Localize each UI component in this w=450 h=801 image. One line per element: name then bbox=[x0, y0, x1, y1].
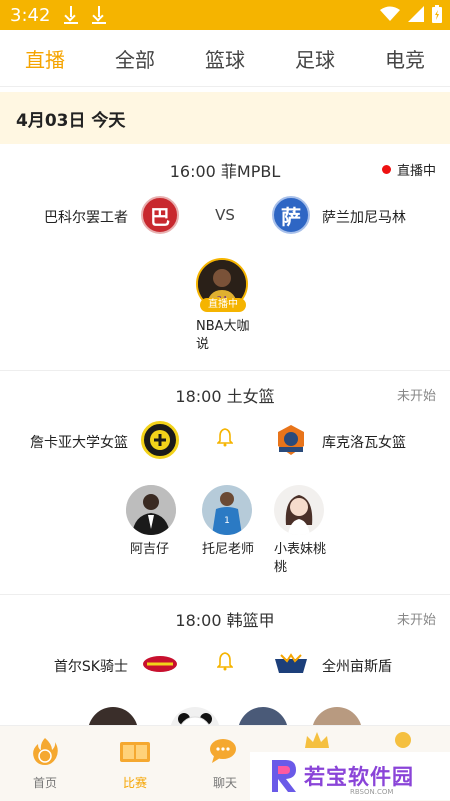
away-team-logo bbox=[272, 645, 310, 683]
basketball-flame-icon bbox=[33, 738, 58, 765]
match-time-league: 18:00 土女篮 bbox=[175, 387, 275, 406]
team-crest-icon bbox=[275, 653, 307, 673]
away-logo-text: 萨 bbox=[281, 204, 301, 229]
match-card[interactable]: 16:00 菲MPBL 直播中 巴科尔罢工者 巴 VS 萨 萨兰加尼马林 2 bbox=[0, 146, 450, 371]
teams-row: 巴科尔罢工者 巴 VS 萨 萨兰加尼马林 bbox=[0, 196, 450, 236]
live-badge: 直播中 bbox=[200, 298, 246, 312]
away-team-logo: 萨 bbox=[272, 196, 310, 234]
date-text: 4月03日 今天 bbox=[16, 110, 126, 131]
match-status: 直播中 bbox=[396, 164, 436, 179]
away-team-name: 全州亩斯盾 bbox=[322, 659, 392, 675]
status-bar: 3:42 bbox=[0, 0, 450, 30]
scoreboard-icon bbox=[120, 742, 150, 762]
home-team-name: 首尔SK骑士 bbox=[53, 659, 128, 675]
tab-esports[interactable]: 电竞 bbox=[360, 44, 450, 73]
tab-all[interactable]: 全部 bbox=[90, 44, 180, 73]
user-icon bbox=[395, 732, 411, 748]
home-logo-text: 巴 bbox=[150, 204, 170, 229]
tab-football[interactable]: 足球 bbox=[270, 44, 360, 73]
anchor-name: 小表妹桃桃 bbox=[274, 542, 327, 575]
tab-live[interactable]: 直播 bbox=[0, 44, 90, 73]
signal-icon bbox=[408, 6, 424, 22]
svg-text:1: 1 bbox=[224, 516, 230, 526]
anchor-avatar bbox=[126, 485, 176, 535]
away-team-name: 萨兰加尼马林 bbox=[322, 210, 406, 226]
watermark-sub: RBSON.COM bbox=[350, 788, 394, 796]
bell-icon[interactable] bbox=[217, 651, 233, 671]
match-status: 未开始 bbox=[396, 389, 436, 404]
anchor-name: 托尼老师 bbox=[202, 542, 255, 557]
wifi-icon bbox=[380, 6, 400, 21]
anchor-name: 阿吉仔 bbox=[130, 542, 170, 557]
home-team-logo bbox=[141, 421, 179, 459]
bell-icon[interactable] bbox=[217, 427, 233, 447]
chat-icon bbox=[210, 739, 236, 763]
home-team-name: 詹卡亚大学女篮 bbox=[30, 435, 128, 451]
download-icon bbox=[92, 6, 107, 24]
teams-row: 詹卡亚大学女篮 库克洛瓦女篮 bbox=[0, 421, 450, 461]
avatar-image bbox=[274, 485, 324, 535]
anchor-item[interactable]: 阿吉仔 bbox=[126, 485, 186, 559]
crown-icon bbox=[305, 732, 329, 748]
category-tabs: 直播 全部 篮球 足球 电竞 bbox=[0, 30, 450, 87]
home-team-logo bbox=[141, 645, 179, 683]
tab-basketball[interactable]: 篮球 bbox=[180, 44, 270, 73]
avatar-image bbox=[126, 485, 176, 535]
match-status: 未开始 bbox=[396, 613, 436, 628]
team-crest-icon bbox=[278, 425, 304, 455]
away-team-name: 库克洛瓦女篮 bbox=[322, 435, 406, 451]
watermark-text: 若宝软件园 bbox=[304, 765, 414, 789]
anchor-name: NBA大咖说 bbox=[196, 319, 250, 352]
match-header: 18:00 土女篮 未开始 bbox=[0, 383, 450, 407]
vs-label: VS bbox=[215, 206, 235, 224]
away-team-logo bbox=[272, 421, 310, 459]
team-crest-icon bbox=[150, 430, 170, 450]
nav-match[interactable]: 比赛 bbox=[100, 736, 170, 791]
match-time-league: 18:00 韩篮甲 bbox=[175, 611, 275, 630]
nav-item-partial[interactable] bbox=[368, 730, 438, 754]
anchor-avatar-wrap: 24 直播中 bbox=[196, 258, 250, 312]
match-card[interactable]: 18:00 土女篮 未开始 詹卡亚大学女篮 库克洛瓦女篮 阿吉仔 1 托尼老师 bbox=[0, 371, 450, 595]
nav-home[interactable]: 首页 bbox=[10, 736, 80, 791]
watermark-logo-icon bbox=[272, 760, 296, 792]
match-header: 16:00 菲MPBL 直播中 bbox=[0, 158, 450, 182]
avatar-image: 1 bbox=[202, 485, 252, 535]
watermark: 若宝软件园 RBSON.COM bbox=[250, 752, 450, 800]
live-status: 直播中 bbox=[381, 160, 436, 179]
home-team-name: 巴科尔罢工者 bbox=[44, 210, 128, 226]
anchor-item[interactable]: 小表妹桃桃 bbox=[274, 485, 334, 577]
team-crest-icon bbox=[143, 656, 177, 672]
nav-item-partial[interactable] bbox=[282, 730, 352, 754]
battery-icon bbox=[432, 5, 442, 23]
match-header: 18:00 韩篮甲 未开始 bbox=[0, 607, 450, 631]
anchor-item[interactable]: 24 直播中 NBA大咖说 bbox=[196, 258, 256, 354]
download-icon bbox=[64, 6, 79, 24]
date-header: 4月03日 今天 bbox=[0, 92, 450, 144]
match-card[interactable]: 18:00 韩篮甲 未开始 首尔SK骑士 全州亩斯盾 bbox=[0, 595, 450, 757]
nav-label: 首页 bbox=[32, 776, 57, 790]
home-team-logo: 巴 bbox=[141, 196, 179, 234]
nav-label: 比赛 bbox=[122, 776, 147, 790]
teams-row: 首尔SK骑士 全州亩斯盾 bbox=[0, 645, 450, 685]
anchor-avatar bbox=[274, 485, 324, 535]
anchor-avatar: 1 bbox=[202, 485, 252, 535]
live-dot-icon bbox=[381, 165, 391, 174]
status-time: 3:42 bbox=[10, 4, 51, 26]
anchor-item[interactable]: 1 托尼老师 bbox=[202, 485, 262, 559]
